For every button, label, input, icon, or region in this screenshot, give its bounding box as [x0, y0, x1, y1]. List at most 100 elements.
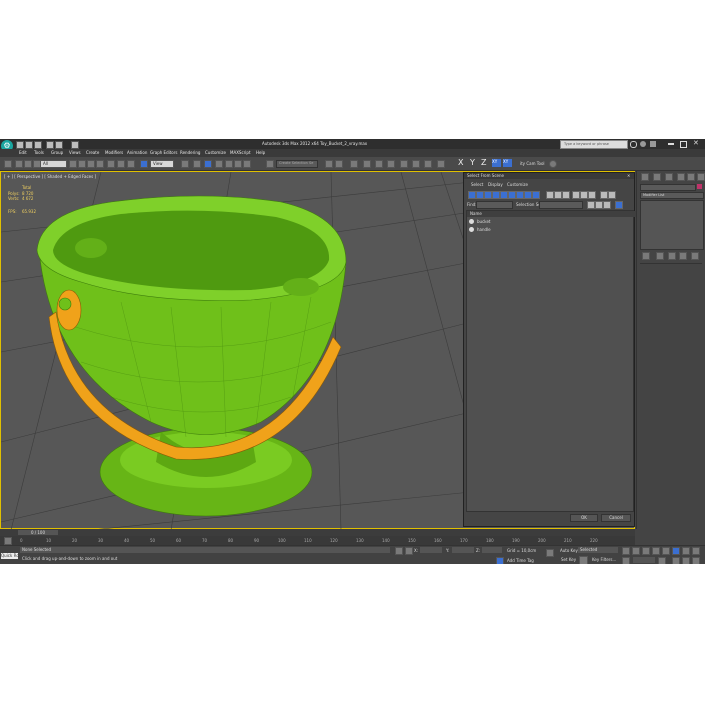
time-configuration-icon[interactable] [658, 557, 666, 564]
angle-snap-icon[interactable] [225, 160, 233, 168]
cancel-button[interactable]: Cancel [601, 514, 631, 522]
select-manipulate-icon[interactable] [193, 160, 201, 168]
undo-toolbar-icon[interactable] [4, 160, 12, 168]
make-unique-icon[interactable] [668, 252, 676, 260]
zoom-extents-icon[interactable] [692, 547, 700, 555]
menu-create[interactable]: Create [86, 150, 99, 155]
named-selection-dropdown[interactable]: Create Selection Se [276, 160, 318, 168]
highlight-selection-icon[interactable] [615, 201, 623, 209]
auto-key-selection-dropdown[interactable]: Selected [578, 547, 618, 553]
orbit-icon[interactable] [692, 557, 700, 564]
minimize-icon[interactable] [668, 143, 674, 145]
search-icon[interactable] [630, 141, 637, 148]
project-folder-icon[interactable] [71, 141, 79, 149]
search-box[interactable]: Type a keyword or phrase [560, 140, 628, 149]
frame-counter[interactable]: 0 / 100 [18, 530, 58, 535]
motion-tab-icon[interactable] [677, 173, 685, 181]
set-key-button[interactable]: Set Key [561, 557, 576, 562]
menu-views[interactable]: Views [69, 150, 81, 155]
z-coordinate-field[interactable] [482, 547, 502, 553]
remove-selection-set-icon[interactable] [603, 201, 611, 209]
edit-selection-set-icon[interactable] [595, 201, 603, 209]
zoom-all-icon[interactable] [682, 547, 690, 555]
menu-animation[interactable]: Animation [127, 150, 147, 155]
menu-edit[interactable]: Edit [19, 150, 27, 155]
zoom-icon[interactable] [672, 547, 680, 555]
align-icon[interactable] [335, 160, 343, 168]
field-of-view-icon[interactable] [672, 557, 680, 564]
percent-snap-icon[interactable] [234, 160, 242, 168]
display-xrefs-icon[interactable] [524, 191, 532, 199]
auto-key-button[interactable]: Auto Key [560, 548, 578, 553]
selection-set-dropdown[interactable] [539, 201, 583, 209]
hierarchy-icon[interactable] [580, 191, 588, 199]
rectangular-selection-icon[interactable] [87, 160, 95, 168]
object-name-field[interactable] [640, 184, 696, 191]
dialog-menu-customize[interactable]: Customize [507, 182, 528, 187]
snaps-toggle-icon[interactable] [215, 160, 223, 168]
go-to-start-icon[interactable] [622, 547, 630, 555]
find-input[interactable] [476, 201, 513, 209]
filter-icon[interactable] [600, 191, 608, 199]
new-file-icon[interactable] [16, 141, 24, 149]
create-selection-set-icon[interactable] [587, 201, 595, 209]
axis-xy-cycle-button[interactable]: XY [503, 159, 512, 167]
modify-tab-icon[interactable] [653, 173, 661, 181]
display-all-icon[interactable] [546, 191, 554, 199]
spinner-snap-icon[interactable] [243, 160, 251, 168]
display-shapes-icon[interactable] [476, 191, 484, 199]
modifier-stack[interactable] [640, 200, 704, 250]
set-key-icon[interactable] [579, 556, 588, 564]
menu-help[interactable]: Help [256, 150, 265, 155]
keyboard-shortcut-override-icon[interactable] [204, 160, 212, 168]
material-editor-icon[interactable] [400, 160, 408, 168]
window-crossing-icon[interactable] [96, 160, 104, 168]
graphite-toolbar-icon[interactable] [363, 160, 371, 168]
menu-modifiers[interactable]: Modifiers [105, 150, 123, 155]
link-icon[interactable] [15, 160, 23, 168]
display-bones-icon[interactable] [532, 191, 540, 199]
viewport-label[interactable]: [ + ] [ Perspective ] [ Shaded + Edged F… [4, 174, 96, 179]
mini-curve-editor-icon[interactable] [4, 537, 12, 545]
absolute-mode-icon[interactable] [405, 547, 413, 555]
display-groups-icon[interactable] [516, 191, 524, 199]
dialog-menu-select[interactable]: Select [471, 182, 483, 187]
ok-button[interactable]: OK [570, 514, 598, 522]
dialog-title-bar[interactable]: Select From Scene ✕ [464, 173, 634, 179]
unity-cam-tool-label[interactable]: ity Cam Tool [520, 161, 545, 166]
time-slider[interactable]: 0 / 100 [0, 529, 635, 536]
save-file-icon[interactable] [34, 141, 42, 149]
axis-xy-button[interactable]: XY [492, 159, 501, 167]
x-coordinate-field[interactable] [420, 547, 442, 553]
key-mode-toggle-icon[interactable] [622, 557, 630, 564]
render-production-icon[interactable] [437, 160, 445, 168]
maxscript-listener-button[interactable]: Quick Rc [1, 553, 19, 559]
display-spacewarps-icon[interactable] [508, 191, 516, 199]
help-icon[interactable] [640, 141, 646, 147]
selection-filter-dropdown[interactable]: All [40, 160, 67, 168]
pan-view-icon[interactable] [682, 557, 690, 564]
close-icon[interactable]: ✕ [693, 140, 699, 147]
cam-tool-icon[interactable] [549, 160, 557, 168]
select-rotate-icon[interactable] [117, 160, 125, 168]
sort-icon[interactable] [572, 191, 580, 199]
next-frame-icon[interactable] [652, 547, 660, 555]
key-filters-button[interactable]: Key Filters... [592, 557, 616, 562]
display-geometry-icon[interactable] [468, 191, 476, 199]
list-item[interactable]: bucket [468, 218, 632, 225]
display-none-icon[interactable] [554, 191, 562, 199]
utilities-tab-icon[interactable] [697, 173, 705, 181]
communication-icon[interactable] [650, 141, 656, 147]
key-mode-icon[interactable] [546, 549, 554, 557]
display-cameras-icon[interactable] [492, 191, 500, 199]
mirror-icon[interactable] [325, 160, 333, 168]
layer-manager-icon[interactable] [350, 160, 358, 168]
schematic-view-icon[interactable] [387, 160, 395, 168]
select-object-icon[interactable] [69, 160, 77, 168]
reference-coordinate-icon[interactable] [140, 160, 148, 168]
scene-object-list[interactable]: Name bucket handle [466, 210, 636, 512]
edit-named-selection-icon[interactable] [266, 160, 274, 168]
remove-modifier-icon[interactable] [679, 252, 687, 260]
menu-graph-editors[interactable]: Graph Editors [150, 150, 177, 155]
track-bar[interactable]: 0 10 20 30 40 50 60 70 80 90 100 110 120… [0, 536, 635, 545]
